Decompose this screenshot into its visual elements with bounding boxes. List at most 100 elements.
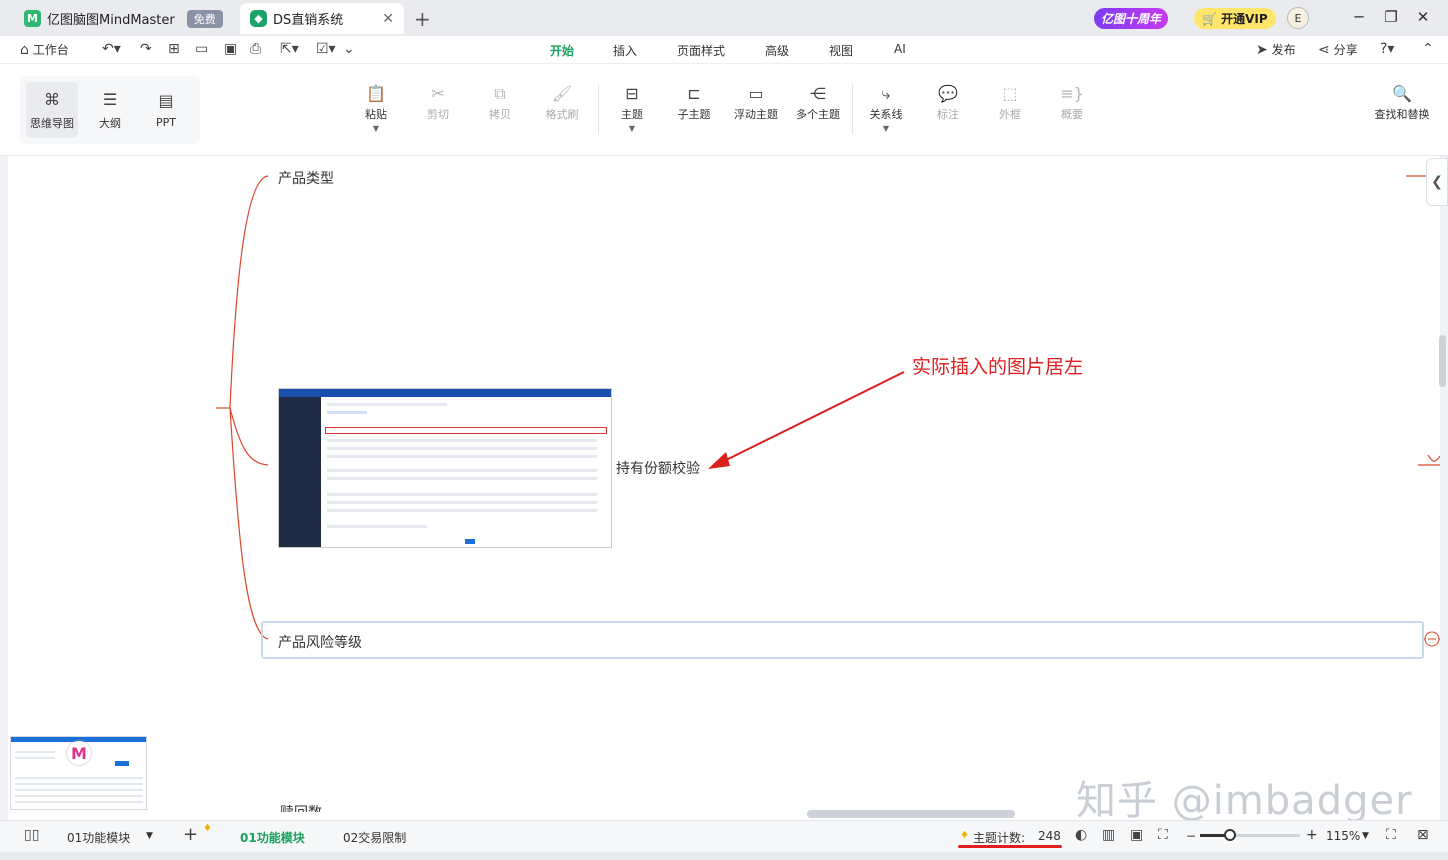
view-mode-ppt[interactable]: ▤ PPT [140,82,192,138]
more-chevron-icon[interactable]: ⌄ [343,41,355,57]
share-label: 分享 [1333,43,1358,57]
tab-insert[interactable]: 插入 [613,42,637,59]
view-mode-label: PPT [156,116,176,129]
relationship-button[interactable]: ⤷ 关系线 ▼ [856,84,916,133]
anniversary-promo-badge[interactable]: 亿图十周年 [1094,8,1169,29]
chevron-down-icon[interactable]: ▼ [1362,831,1369,841]
sheet-select[interactable]: 01功能模块 [67,829,130,846]
chevron-down-icon[interactable]: ▼ [883,124,889,133]
copy-button[interactable]: ⧉ 拷贝 [470,84,530,122]
panel-toggle-icon[interactable]: ▯▯ [24,827,39,843]
selected-topic-frame[interactable] [261,621,1424,659]
close-window-icon[interactable]: ✕ [1413,8,1433,26]
save-icon[interactable]: ▣ [224,41,237,57]
vip-button[interactable]: 🛒 开通VIP [1194,8,1276,29]
presentation-icon[interactable]: ⊠ [1417,827,1429,843]
view-mode-mindmap[interactable]: ⌘ 思维导图 [26,82,78,138]
collapse-ribbon-icon[interactable]: ⌃ [1422,41,1434,57]
topic-button[interactable]: ⊟ 主题 ▼ [602,84,662,133]
redo-icon[interactable]: ↷ [140,41,152,57]
avatar[interactable]: E [1287,7,1309,29]
summary-button[interactable]: ≡} 概要 [1042,84,1102,122]
fullscreen-icon[interactable]: ⛶ [1386,827,1396,843]
ribbon-divider [852,84,853,134]
vip-label: 开通VIP [1221,12,1268,26]
zoom-in-icon[interactable]: + [1306,827,1318,843]
app-logo-icon: M [67,741,91,765]
share-button[interactable]: ⋖ 分享 [1318,41,1358,58]
mindmap-canvas[interactable]: 产品类型 持有份额校验 实际插入的图片居左 产品风险等级 [8,156,1440,820]
side-panel-toggle[interactable]: ❮ [1426,158,1448,206]
minimap-preview[interactable]: M [10,736,147,810]
share-icon: ⋖ [1318,41,1330,58]
cut-label: 剪切 [427,108,449,121]
multiple-topics-button[interactable]: ⋲ 多个主题 [788,84,848,122]
horizontal-scrollbar[interactable] [807,810,1015,818]
topic-product-type[interactable]: 产品类型 [278,168,334,188]
add-sheet-icon[interactable]: + [183,824,198,845]
free-badge[interactable]: 免费 [186,9,223,28]
subtopic-icon: ⊏ [687,84,701,103]
brush-icon: 🖌 [551,84,573,103]
relationship-line-icon: ⤷ [881,84,891,103]
tab-view[interactable]: 视图 [829,42,853,59]
callout-button[interactable]: 💬 标注 [918,84,978,122]
new-file-icon[interactable]: ⊞ [168,41,180,57]
export-icon[interactable]: ⇱▾ [280,41,299,57]
right-branch-line [1418,454,1440,466]
tab-app-home[interactable]: M 亿图脑图MindMaster 免费 [14,3,238,34]
find-replace-button[interactable]: 🔍 查找和替换 [1372,84,1432,122]
tab-ai[interactable]: AI [894,42,906,56]
chevron-down-icon[interactable]: ▼ [629,124,635,133]
floating-topic-button[interactable]: ▭ 浮动主题 [726,84,786,122]
chevron-left-icon: ❮ [1431,174,1443,190]
open-folder-icon[interactable]: ▭ [195,41,208,57]
check-icon[interactable]: ☑▾ [316,41,336,57]
subtopic-button[interactable]: ⊏ 子主题 [664,84,724,122]
zoom-out-icon[interactable]: − [1186,829,1196,843]
tab-page-style[interactable]: 页面样式 [677,42,725,59]
floating-topic-icon: ▭ [748,84,764,103]
workspace-button[interactable]: ⌂ 工作台 [20,41,69,58]
topic-count-value: 248 [1038,829,1061,843]
paste-button[interactable]: 📋 粘贴 ▼ [346,84,406,133]
topic-holding-check[interactable]: 持有份额校验 [616,458,700,478]
help-icon[interactable]: ?▾ [1380,41,1394,57]
zoom-level[interactable]: 115% [1326,829,1360,843]
topic-partial-offscreen[interactable]: 赎回数 [280,802,322,812]
boundary-button[interactable]: ⬚ 外框 [980,84,1040,122]
fit-width-icon[interactable]: ⛶ [1158,827,1168,843]
topic-label: 主题 [621,108,643,121]
app-tab-label: 亿图脑图MindMaster [47,13,175,28]
print-icon[interactable]: ⎙ [250,41,261,57]
fit-page-icon[interactable]: ▣ [1130,827,1143,843]
zoom-slider-handle[interactable] [1224,829,1236,841]
inserted-screenshot-image[interactable] [278,388,612,548]
zoom-slider[interactable] [1200,829,1300,841]
book-view-icon[interactable]: ▥ [1102,827,1115,843]
restore-icon[interactable]: ❐ [1381,8,1401,26]
sheet-tab-active[interactable]: 01功能模块 [240,829,305,846]
format-painter-button[interactable]: 🖌 格式刷 [532,84,592,122]
topic-product-risk[interactable]: 产品风险等级 [278,632,362,652]
tab-advanced[interactable]: 高级 [765,42,789,59]
send-icon: ➤ [1256,41,1268,58]
callout-label: 标注 [937,108,959,121]
theme-icon[interactable]: ◐ [1075,827,1087,843]
view-mode-label: 大纲 [99,116,121,130]
undo-icon[interactable]: ↶▾ [102,41,121,57]
branch-line-product-risk [229,407,269,640]
cut-button[interactable]: ✂ 剪切 [408,84,468,122]
chevron-down-icon[interactable]: ▼ [373,124,379,133]
new-tab-button[interactable]: + [414,7,431,31]
vertical-scrollbar[interactable] [1439,335,1446,387]
chevron-down-icon[interactable]: ▼ [146,831,153,841]
close-tab-icon[interactable]: ✕ [382,11,394,27]
tab-document[interactable]: ◆ DS直销系统 ✕ [240,3,404,34]
tab-start[interactable]: 开始 [547,42,577,66]
sheet-tab[interactable]: 02交易限制 [343,829,406,846]
view-mode-outline[interactable]: ☰ 大纲 [84,82,136,138]
view-mode-label: 思维导图 [30,116,74,130]
minimize-icon[interactable]: ─ [1349,8,1369,26]
publish-button[interactable]: ➤ 发布 [1256,41,1296,58]
